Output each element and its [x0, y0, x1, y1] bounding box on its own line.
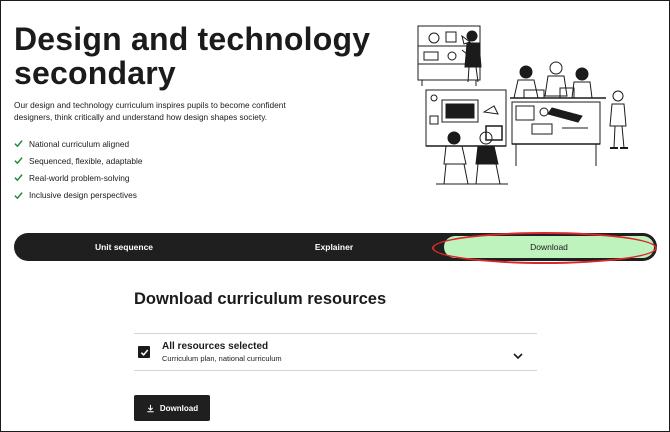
checklist-item: National curriculum aligned [14, 135, 142, 152]
all-resources-checkbox[interactable] [138, 346, 150, 358]
classroom-illustration [412, 16, 644, 196]
resources-selector[interactable]: All resources selected Curriculum plan, … [134, 333, 537, 371]
feature-checklist: National curriculum aligned Sequenced, f… [14, 135, 142, 204]
resources-title: All resources selected [162, 341, 269, 352]
resources-subtitle: Curriculum plan, national curriculum [162, 354, 282, 363]
tab-explainer[interactable]: Explainer [269, 233, 399, 261]
check-icon [14, 173, 23, 182]
checklist-label: Sequenced, flexible, adaptable [29, 155, 143, 166]
download-heading: Download curriculum resources [134, 290, 387, 308]
check-icon [14, 156, 23, 165]
checklist-item: Real-world problem-solving [14, 169, 142, 186]
section-tabs: Unit sequence Explainer Download [14, 233, 657, 261]
download-button-label: Download [159, 403, 199, 413]
download-icon [146, 404, 155, 413]
checklist-label: Inclusive design perspectives [29, 190, 137, 201]
checklist-label: National curriculum aligned [29, 138, 130, 149]
page-title: Design and technology secondary [14, 21, 371, 91]
checklist-item: Inclusive design perspectives [14, 187, 142, 204]
check-icon [14, 191, 23, 200]
tab-download[interactable]: Download [444, 236, 654, 258]
intro-text: Our design and technology curriculum ins… [14, 100, 286, 122]
tab-unit-sequence[interactable]: Unit sequence [54, 233, 194, 261]
chevron-down-icon[interactable] [512, 348, 524, 360]
checklist-label: Real-world problem-solving [29, 172, 130, 183]
check-icon [14, 139, 23, 148]
download-button[interactable]: Download [134, 395, 210, 421]
checklist-item: Sequenced, flexible, adaptable [14, 152, 142, 169]
